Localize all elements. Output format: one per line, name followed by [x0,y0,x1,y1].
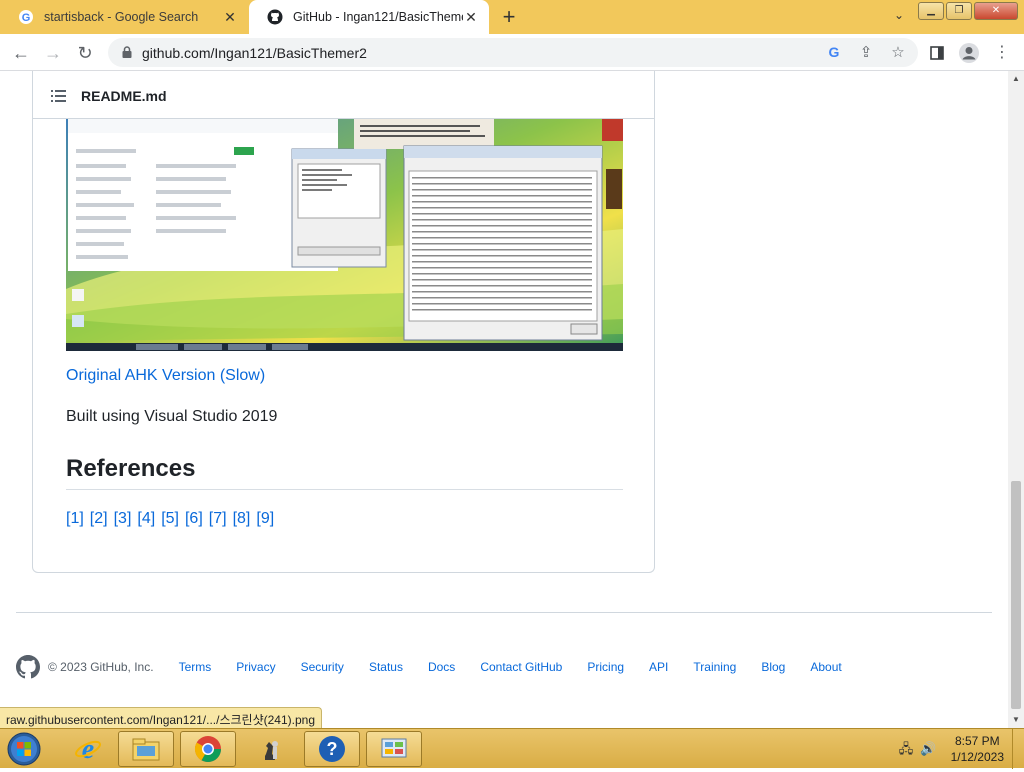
control-panel-icon[interactable] [366,731,422,767]
footer-divider [16,612,992,613]
reload-icon[interactable]: ↻ [74,42,96,64]
network-icon[interactable]: 🖧 [898,741,914,757]
reference-link-7[interactable]: [7] [209,510,227,528]
footer-link-privacy[interactable]: Privacy [236,660,275,674]
scroll-down-arrow[interactable]: ▼ [1008,712,1024,728]
references-list: [1] [2] [3] [4] [5] [6] [7] [8] [9] [66,510,274,528]
close-icon[interactable]: ✕ [222,9,238,25]
svg-text:G: G [829,44,840,60]
built-with-text: Built using Visual Studio 2019 [66,408,278,425]
svg-text:G: G [22,12,31,24]
profile-icon[interactable] [958,42,980,64]
scrollbar-thumb[interactable] [1011,481,1021,709]
help-icon[interactable]: ? [304,731,360,767]
clock-date: 1/12/2023 [950,750,1004,764]
clock-time: 8:57 PM [954,734,1000,748]
reference-link-6[interactable]: [6] [185,510,203,528]
reference-link-9[interactable]: [9] [256,510,274,528]
footer-link-status[interactable]: Status [369,660,403,674]
svg-text:e: e [82,734,94,764]
forward-icon[interactable]: → [42,42,64,64]
tab-github[interactable]: GitHub - Ingan121/BasicThemer2 ✕ [249,0,489,34]
back-icon[interactable]: ← [10,42,32,64]
address-bar[interactable]: github.com/Ingan121/BasicThemer2 G ⇪ ☆ [108,38,918,67]
divider [66,489,623,490]
footer-link-docs[interactable]: Docs [428,660,455,674]
reference-link-2[interactable]: [2] [90,510,108,528]
close-window-button[interactable]: ✕ [974,2,1018,20]
github-icon [267,9,283,25]
github-icon[interactable] [16,655,40,679]
footer-link-security[interactable]: Security [301,660,344,674]
maximize-button[interactable]: ❐ [946,2,972,20]
browser-toolbar: ← → ↻ github.com/Ingan121/BasicThemer2 G… [0,34,1024,71]
footer-link-about[interactable]: About [810,660,841,674]
chevron-down-icon[interactable]: ⌄ [890,8,908,26]
page-scrollbar[interactable]: ▲ ▼ [1008,71,1024,728]
sidepanel-icon[interactable] [926,42,948,64]
reference-link-5[interactable]: [5] [161,510,179,528]
footer-link-terms[interactable]: Terms [179,660,212,674]
reference-link-4[interactable]: [4] [137,510,155,528]
tab-title: startisback - Google Search [44,10,199,24]
lock-icon[interactable] [120,45,134,59]
readme-screenshot-image[interactable] [66,119,623,351]
start-icon[interactable] [4,731,44,767]
show-desktop-button[interactable] [1012,729,1024,769]
window-controls: ▁ ❐ ✕ [916,2,1018,20]
volume-icon[interactable]: 🔊 [920,741,936,757]
list-icon[interactable] [51,89,67,103]
chrome-icon[interactable] [180,731,236,767]
reference-link-8[interactable]: [8] [233,510,251,528]
share-icon[interactable]: ⇪ [857,44,875,62]
ie-icon[interactable]: e [60,731,116,767]
readme-filename: README.md [81,88,167,104]
chess-icon[interactable] [242,731,298,767]
github-footer: © 2023 GitHub, Inc. Terms Privacy Securi… [16,655,996,679]
footer-link-training[interactable]: Training [693,660,736,674]
google-icon: G [18,9,34,25]
readme-container: README.md Original AHK Version (Slow) Bu… [32,71,655,573]
readme-header: README.md [33,71,654,119]
references-heading: References [66,455,196,482]
reference-link-1[interactable]: [1] [66,510,84,528]
footer-link-pricing[interactable]: Pricing [587,660,624,674]
url-text: github.com/Ingan121/BasicThemer2 [142,45,367,61]
link-status-bubble: raw.githubusercontent.com/Ingan121/.../스… [0,707,322,728]
footer-link-contact[interactable]: Contact GitHub [480,660,562,674]
svg-text:?: ? [327,739,338,759]
plus-icon[interactable]: + [498,6,520,28]
github-page: README.md Original AHK Version (Slow) Bu… [0,71,1008,707]
footer-link-blog[interactable]: Blog [761,660,785,674]
footer-link-api[interactable]: API [649,660,668,674]
system-tray: 🖧 🔊 8:57 PM 1/12/2023 [884,729,1024,769]
minimize-button[interactable]: ▁ [918,2,944,20]
google-icon[interactable]: G [825,44,843,62]
explorer-icon[interactable] [118,731,174,767]
tab-title: GitHub - Ingan121/BasicThemer2 [293,10,463,24]
tab-google-search[interactable]: G startisback - Google Search ✕ [0,0,248,34]
copyright-text: © 2023 GitHub, Inc. [48,660,154,674]
star-icon[interactable]: ☆ [889,44,907,62]
original-ahk-link[interactable]: Original AHK Version (Slow) [66,367,265,385]
clock[interactable]: 8:57 PM 1/12/2023 [951,733,1004,765]
menu-icon[interactable]: ⋮ [991,42,1013,64]
close-icon[interactable]: ✕ [463,9,479,25]
reference-link-3[interactable]: [3] [114,510,132,528]
scroll-up-arrow[interactable]: ▲ [1008,71,1024,87]
windows-taskbar: e ? 🖧 🔊 8:57 PM 1/12/2023 [0,728,1024,769]
tab-strip: G startisback - Google Search ✕ GitHub -… [0,0,1024,34]
